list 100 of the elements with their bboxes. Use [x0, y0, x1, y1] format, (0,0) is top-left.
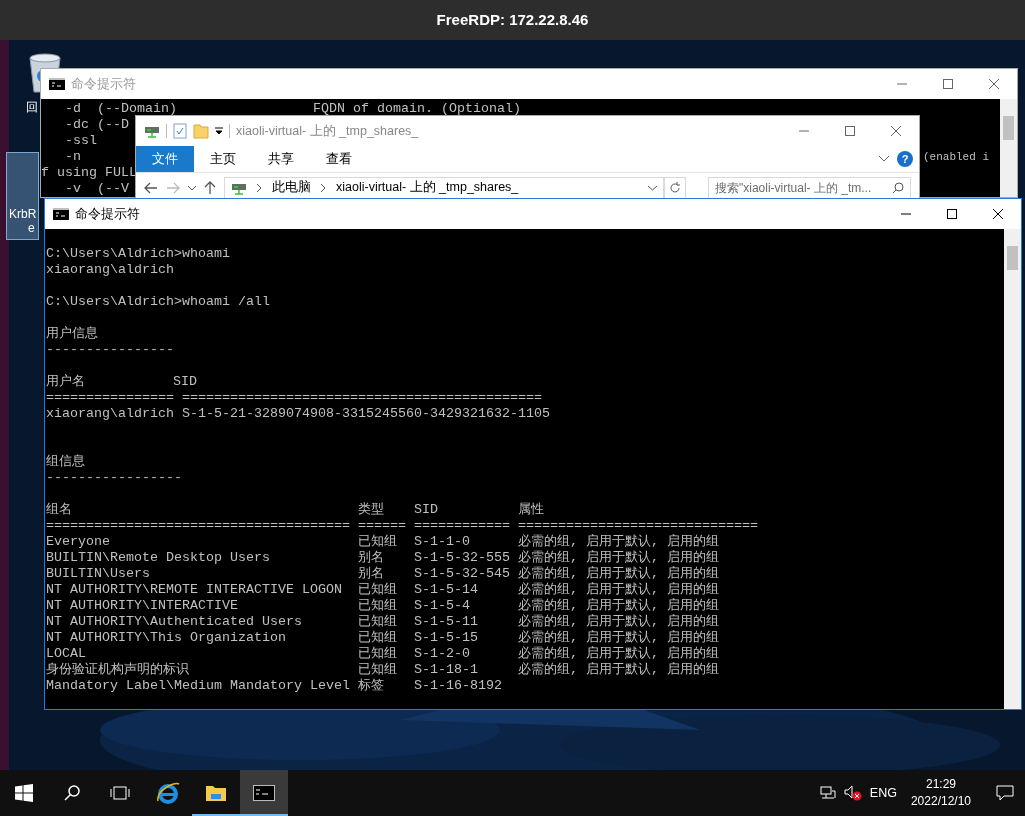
table-cell-text: 已知组: [358, 630, 398, 646]
chat-bubble-icon: [996, 785, 1014, 801]
table-cell-text: 身份验证机构声明的标识: [46, 662, 190, 678]
table-cell-text: 必需的组, 启用于默认, 启用的组: [518, 534, 720, 550]
console-line: -v (--V: [64, 181, 129, 197]
console-line: xiaorang\aldrich S-1-5-21-3289074908-3315245560-3429321632-1105: [46, 406, 550, 422]
network-icon[interactable]: [819, 785, 836, 801]
table-cell-text: 已知组: [358, 582, 398, 598]
task-view-icon: [110, 786, 130, 800]
chevron-down-icon[interactable]: [879, 156, 889, 162]
icon-label: 回: [26, 100, 38, 114]
table-cell-text: 必需的组, 启用于默认, 启用的组: [518, 614, 720, 630]
search-icon: [64, 785, 80, 801]
console-line: ==============================: [518, 518, 759, 534]
table-cell-text: 必需的组, 启用于默认, 启用的组: [518, 566, 720, 582]
table-cell-text: 已知组: [358, 662, 398, 678]
table-cell-text: S-1-5-15: [414, 630, 479, 646]
console-line: -ssl: [64, 133, 97, 149]
table-cell-text: NT AUTHORITY\Authenticated Users: [46, 614, 303, 630]
language-indicator[interactable]: ENG: [869, 783, 897, 803]
maximize-icon: [844, 125, 856, 137]
window-title: 命令提示符: [71, 75, 136, 94]
icon-label: KrbR: [9, 207, 37, 221]
help-button[interactable]: ?: [897, 151, 913, 167]
table-cell-text: Everyone: [46, 534, 111, 550]
scrollbar-thumb[interactable]: [1007, 246, 1018, 270]
table-cell-text: NT AUTHORITY\REMOTE INTERACTIVE LOGON: [46, 582, 343, 598]
console-line: (enabled i: [923, 150, 989, 165]
table-cell-text: 已知组: [358, 614, 398, 630]
console-line: ======: [358, 518, 407, 534]
table-cell-text: S-1-5-4: [414, 598, 471, 614]
desktop-icon-tile[interactable]: [6, 152, 39, 240]
caret-icon[interactable]: [188, 184, 196, 191]
console-line: ================ =============================================: [46, 390, 542, 406]
drive-icon[interactable]: [144, 124, 160, 138]
close-icon: [890, 125, 902, 137]
table-cell-text: 已知组: [358, 598, 398, 614]
table-cell-text: 必需的组, 启用于默认, 启用的组: [518, 630, 720, 646]
table-cell-text: S-1-2-0: [414, 646, 471, 662]
up-arrow-icon[interactable]: [204, 181, 216, 194]
time-text: 21:29: [925, 776, 956, 793]
icon-label: e: [28, 221, 35, 235]
muted-speaker-icon[interactable]: [843, 785, 862, 801]
scrollbar[interactable]: [1000, 99, 1017, 197]
search-field[interactable]: 搜索"xiaoli-virtual- 上的 _tm...: [708, 176, 911, 199]
table-cell-text: 必需的组, 启用于默认, 启用的组: [518, 598, 720, 614]
table-cell-text: 已知组: [358, 534, 398, 550]
table-cell-text: 必需的组, 启用于默认, 启用的组: [518, 662, 720, 678]
caret-icon[interactable]: [215, 127, 223, 135]
column-header: 类型: [358, 502, 385, 518]
ribbon-tab[interactable]: 主页: [194, 146, 252, 172]
column-header: 组名: [46, 502, 73, 518]
back-arrow-icon[interactable]: [144, 181, 158, 194]
console-icon: [49, 78, 65, 90]
console-line: 用户名 SID: [46, 374, 197, 390]
scrollbar[interactable]: [1004, 229, 1021, 709]
caret-icon[interactable]: [648, 184, 657, 191]
taskbar-app-button[interactable]: [240, 770, 288, 816]
window-title: FreeRDP: 172.22.8.46: [436, 9, 589, 30]
console-icon: [53, 208, 69, 220]
close-icon: [988, 78, 1000, 90]
window-title: xiaoli-virtual- 上的 _tmp_shares_: [236, 122, 419, 140]
table-cell-text: BUILTIN\Users: [46, 566, 151, 582]
table-cell-text: 必需的组, 启用于默认, 启用的组: [518, 582, 720, 598]
breadcrumb-item[interactable]: 此电脑: [272, 178, 311, 197]
console-line: -n: [64, 149, 81, 165]
table-cell-text: S-1-18-1: [414, 662, 479, 678]
console-line: -----------------: [46, 470, 182, 486]
table-cell-text: 标签: [358, 678, 385, 694]
console-icon: [253, 785, 275, 801]
maximize-icon: [942, 78, 954, 90]
console-line: f using FULL: [41, 165, 137, 181]
breadcrumb-item[interactable]: xiaoli-virtual- 上的 _tmp_shares_: [336, 178, 519, 197]
table-cell-text: 必需的组, 启用于默认, 启用的组: [518, 550, 720, 566]
table-cell-text: LOCAL: [46, 646, 87, 662]
console-line: -dc (--D: [64, 117, 129, 133]
scrollbar-thumb[interactable]: [1003, 116, 1014, 140]
maximize-icon: [946, 208, 958, 220]
table-cell-text: S-1-16-8192: [414, 678, 503, 694]
console-line: ----------------: [46, 342, 174, 358]
table-cell-text: S-1-5-32-555: [414, 550, 511, 566]
table-cell-text: 已知组: [358, 646, 398, 662]
console-line: ======================================: [46, 518, 351, 534]
table-cell-text: 别名: [358, 566, 385, 582]
properties-icon[interactable]: [173, 123, 187, 139]
ribbon-tab[interactable]: 查看: [310, 146, 368, 172]
console-line: 用户信息: [46, 326, 98, 342]
column-header: 属性: [518, 502, 545, 518]
ribbon-tab[interactable]: 文件: [136, 146, 194, 172]
console-line: 组信息: [46, 454, 85, 470]
date-text: 2022/12/10: [910, 793, 971, 810]
close-icon: [992, 208, 1004, 220]
refresh-icon: [669, 181, 681, 194]
ribbon-tab[interactable]: 共享: [252, 146, 310, 172]
search-icon: [892, 181, 904, 194]
chevron-right-icon[interactable]: [321, 183, 326, 192]
clock[interactable]: 21:29 2022/12/10: [910, 776, 971, 810]
browser-icon: [156, 781, 180, 805]
chevron-right-icon[interactable]: [257, 183, 262, 192]
console-line: xiaorang\aldrich: [46, 262, 174, 278]
